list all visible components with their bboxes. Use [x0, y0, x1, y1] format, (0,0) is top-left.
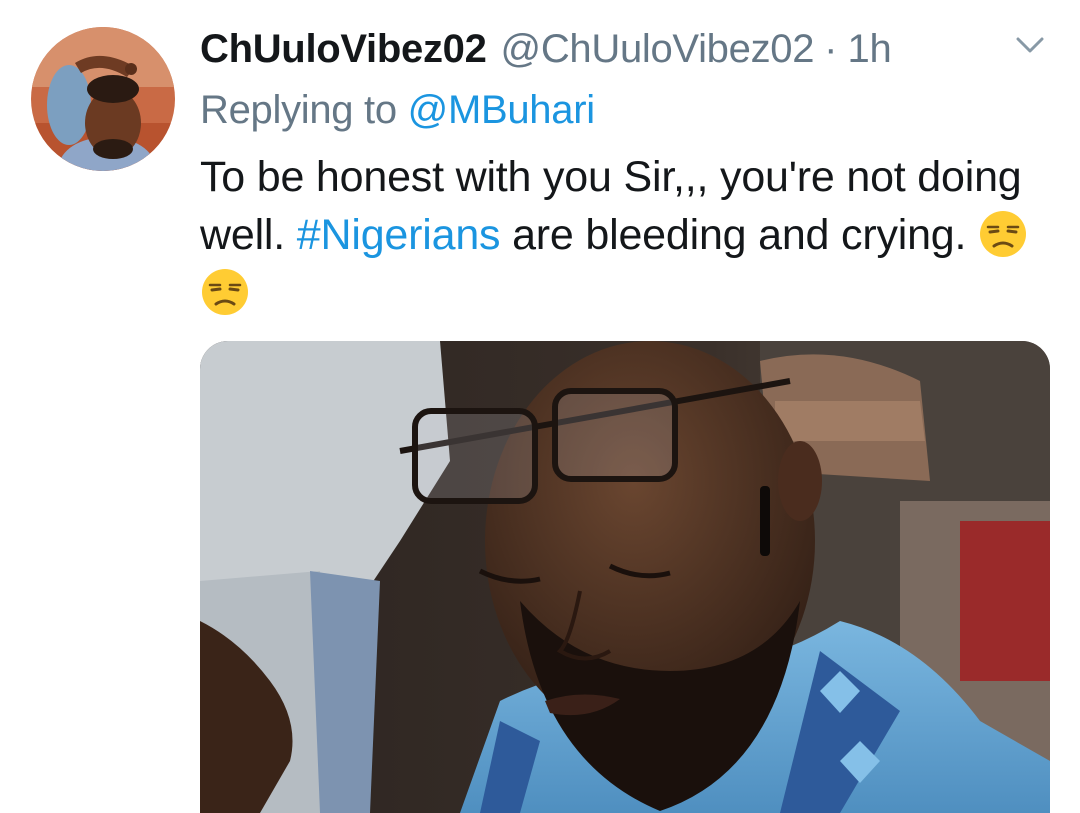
avatar[interactable]: [31, 27, 175, 171]
separator-dot: ·: [824, 27, 838, 71]
avatar-photo: [31, 27, 175, 171]
display-name[interactable]: ChUuloVibez02: [200, 20, 487, 78]
replying-prefix: Replying to: [200, 88, 397, 132]
tweet: ChUuloVibez02 @ChUuloVibez02 · 1h Replyi…: [0, 0, 1080, 813]
hashtag-link[interactable]: #Nigerians: [297, 211, 501, 259]
tweet-text: To be honest with you Sir,,, you're not …: [200, 148, 1060, 322]
chevron-down-icon[interactable]: [1014, 33, 1046, 57]
tweet-photo[interactable]: [200, 341, 1050, 813]
unamused-face-emoji: [200, 267, 250, 317]
unamused-face-emoji: [978, 209, 1028, 259]
user-handle[interactable]: @ChUuloVibez02: [501, 20, 815, 78]
tweet-photo-image: [200, 341, 1050, 813]
tweet-header: ChUuloVibez02 @ChUuloVibez02 · 1h: [200, 20, 892, 78]
replying-to: Replying to @MBuhari: [200, 82, 595, 138]
mention-link[interactable]: @MBuhari: [408, 88, 595, 132]
timestamp[interactable]: 1h: [848, 20, 892, 78]
tweet-text-part2: are bleeding and crying.: [512, 211, 967, 259]
